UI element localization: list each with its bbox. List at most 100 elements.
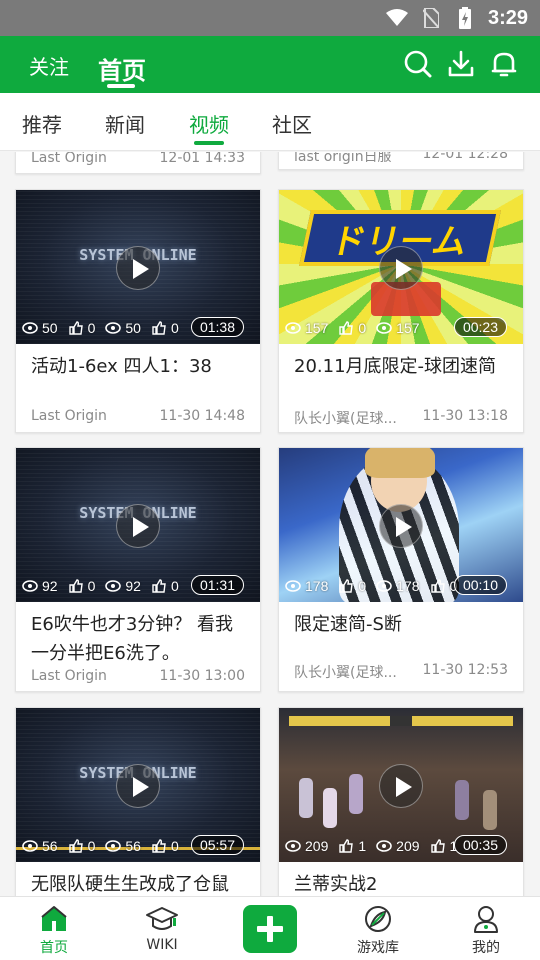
- video-title[interactable]: 无限队硬生生改成了仓鼠: [31, 870, 246, 896]
- tab-follow[interactable]: 关注: [29, 51, 69, 80]
- likes-count: 0: [170, 838, 179, 854]
- play-icon[interactable]: [379, 764, 423, 808]
- video-card[interactable]: SYSTEM ONLINE 56 0 56 0 05:57 无限队硬生生改成了仓…: [15, 707, 261, 896]
- card-date: 11-30 14:48: [159, 408, 245, 424]
- likes-count: 1: [358, 838, 367, 854]
- battery-charging-icon: [454, 7, 476, 29]
- add-icon: [257, 916, 283, 942]
- video-duration: 00:23: [453, 317, 507, 337]
- video-duration: 05:57: [190, 835, 244, 855]
- video-title[interactable]: 兰蒂实战2: [294, 870, 509, 896]
- views-count: 92: [125, 578, 141, 594]
- video-thumbnail[interactable]: 209 1 209 1 00:35: [279, 708, 523, 862]
- video-duration: 00:35: [453, 835, 507, 855]
- card-date: 11-30 13:18: [422, 408, 508, 424]
- play-icon[interactable]: [379, 246, 423, 290]
- views-count: 178: [396, 578, 420, 594]
- views-count: 178: [305, 578, 329, 594]
- download-icon[interactable]: [447, 50, 475, 78]
- card-author[interactable]: Last Origin: [31, 668, 151, 684]
- video-card[interactable]: 178 0 178 0 00:10 限定速简-S断 队长小翼(足球... 11-…: [278, 447, 524, 692]
- likes-count: 0: [358, 578, 367, 594]
- tab-community[interactable]: 社区: [272, 109, 312, 138]
- play-icon[interactable]: [116, 246, 160, 290]
- video-thumbnail[interactable]: SYSTEM ONLINE 50 0 50 0 01:38: [16, 190, 260, 344]
- video-card[interactable]: 209 1 209 1 00:35 兰蒂实战2: [278, 707, 524, 896]
- video-duration: 01:31: [190, 575, 244, 595]
- views-count: 157: [396, 320, 420, 336]
- category-tabs: 推荐 新闻 视频 社区: [0, 93, 540, 151]
- nav-wiki[interactable]: WIKI: [122, 903, 202, 953]
- card-author[interactable]: 队长小翼(足球...: [294, 662, 414, 682]
- video-thumbnail[interactable]: SYSTEM ONLINE 56 0 56 0 05:57: [16, 708, 260, 862]
- views-icon: [285, 839, 301, 853]
- views-count: 50: [125, 320, 141, 336]
- video-title[interactable]: 20.11月底限定-球团速简: [294, 352, 509, 381]
- video-title[interactable]: 活动1-6ex 四人1：38: [31, 352, 246, 381]
- views-icon: [376, 321, 392, 335]
- like-icon: [338, 579, 354, 593]
- views-icon: [22, 321, 38, 335]
- video-thumbnail[interactable]: SYSTEM ONLINE 92 0 92 0 01:31: [16, 448, 260, 602]
- views-icon: [105, 579, 122, 593]
- video-thumbnail[interactable]: 178 0 178 0 00:10: [279, 448, 523, 602]
- card-author[interactable]: Last Origin: [31, 408, 151, 424]
- like-icon: [338, 839, 354, 853]
- play-icon[interactable]: [116, 504, 160, 548]
- tab-video[interactable]: 视频: [189, 109, 229, 138]
- nav-profile[interactable]: 我的: [446, 903, 526, 957]
- nav-label: 我的: [472, 940, 500, 956]
- card-date: 12-01 14:33: [159, 152, 245, 166]
- nav-label: WIKI: [146, 937, 178, 953]
- likes-count: 0: [87, 838, 96, 854]
- nav-game-library[interactable]: 游戏库: [338, 903, 418, 957]
- video-feed[interactable]: Last Origin 12-01 14:33 last origin日服 12…: [0, 152, 540, 896]
- likes-count: 0: [87, 320, 96, 336]
- video-duration: 00:10: [453, 575, 507, 595]
- video-title[interactable]: E6吹牛也才3分钟？ 看我一分半把E6洗了。: [31, 610, 246, 668]
- card-date: 12-01 12:28: [422, 152, 508, 162]
- card-author[interactable]: 队长小翼(足球...: [294, 408, 414, 428]
- like-icon: [151, 321, 167, 335]
- views-count: 157: [305, 320, 329, 336]
- search-icon[interactable]: [404, 50, 432, 78]
- wifi-icon: [385, 8, 408, 28]
- video-card[interactable]: SYSTEM ONLINE 92 0 92 0 01:31 E6吹牛也才3分钟？…: [15, 447, 261, 692]
- profile-icon: [469, 903, 503, 935]
- video-card[interactable]: Last Origin 12-01 14:33: [15, 152, 261, 174]
- video-card[interactable]: SYSTEM ONLINE 50 0 50 0 01:38 活动1-6ex 四人…: [15, 189, 261, 433]
- views-icon: [22, 839, 38, 853]
- video-card[interactable]: ドリーム 157 0 157 00:23 20.11月底限定-球团速简 队长小翼…: [278, 189, 524, 433]
- app-header: 关注 首页: [0, 36, 540, 93]
- views-count: 209: [305, 838, 329, 854]
- bell-icon[interactable]: [490, 50, 518, 78]
- views-count: 50: [42, 320, 58, 336]
- play-icon[interactable]: [379, 504, 423, 548]
- like-icon: [430, 839, 446, 853]
- card-date: 11-30 12:53: [422, 662, 508, 678]
- play-icon[interactable]: [116, 764, 160, 808]
- video-title[interactable]: 限定速简-S断: [294, 610, 509, 639]
- video-stats: 56 0 56 0: [22, 838, 185, 854]
- wiki-cap-icon: [145, 903, 179, 935]
- video-thumbnail[interactable]: ドリーム 157 0 157 00:23: [279, 190, 523, 344]
- views-count: 92: [42, 578, 58, 594]
- like-icon: [68, 839, 84, 853]
- add-button[interactable]: [243, 905, 297, 953]
- tab-home[interactable]: 首页: [98, 51, 146, 86]
- views-icon: [105, 321, 122, 335]
- views-icon: [376, 579, 392, 593]
- views-count: 56: [42, 838, 58, 854]
- likes-count: 0: [170, 320, 179, 336]
- tab-recommend[interactable]: 推荐: [22, 109, 62, 138]
- views-icon: [376, 839, 392, 853]
- video-stats: 178 0 178 0: [285, 578, 463, 594]
- nav-label: 游戏库: [357, 940, 399, 956]
- active-tab-indicator: [194, 141, 224, 145]
- tab-news[interactable]: 新闻: [105, 109, 145, 138]
- video-card[interactable]: last origin日服 12-01 12:28: [278, 152, 524, 170]
- nav-home[interactable]: 首页: [14, 903, 94, 957]
- video-stats: 50 0 50 0: [22, 320, 185, 336]
- likes-count: 0: [358, 320, 367, 336]
- likes-count: 0: [87, 578, 96, 594]
